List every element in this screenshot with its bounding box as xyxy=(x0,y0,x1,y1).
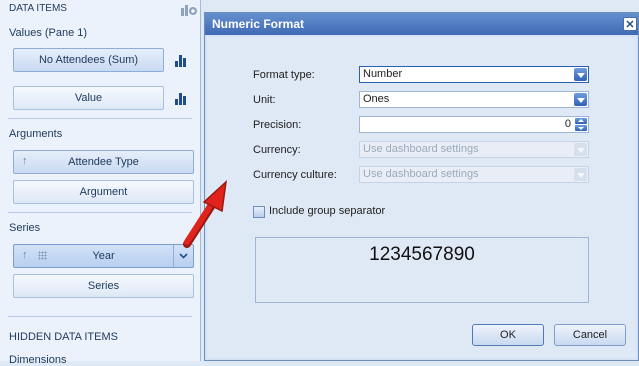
chevron-down-icon[interactable] xyxy=(574,93,587,106)
value-placeholder-item[interactable]: Value xyxy=(13,86,164,110)
argument-placeholder-label: Argument xyxy=(79,186,128,198)
precision-label: Precision: xyxy=(253,119,302,131)
group-separator-label[interactable]: Include group separator xyxy=(269,205,385,217)
spin-down-icon[interactable] xyxy=(575,125,587,131)
currency-combo: Use dashboard settings xyxy=(359,141,589,158)
unit-value: Ones xyxy=(363,93,390,105)
currency-culture-combo: Use dashboard settings xyxy=(359,166,589,183)
annotation-arrow-icon xyxy=(183,180,228,248)
argument-item-label: Attendee Type xyxy=(68,156,139,168)
dialog-titlebar[interactable]: Numeric Format ✕ xyxy=(205,13,638,35)
precision-value: 0 xyxy=(564,118,571,130)
currency-label: Currency: xyxy=(253,144,301,156)
cancel-button[interactable]: Cancel xyxy=(554,324,626,346)
divider xyxy=(8,316,192,317)
sort-ascending-icon: ↑ xyxy=(22,249,28,261)
data-items-header: DATA ITEMS xyxy=(9,3,67,14)
currency-culture-label: Currency culture: xyxy=(253,169,337,181)
chevron-down-icon[interactable] xyxy=(574,68,587,81)
hidden-data-items-header: HIDDEN DATA ITEMS xyxy=(9,331,118,343)
arguments-section-label: Arguments xyxy=(9,128,63,140)
series-placeholder-label: Series xyxy=(87,280,120,292)
series-section-label: Series xyxy=(9,222,41,234)
ok-button[interactable]: OK xyxy=(472,324,544,346)
chart-type-icon[interactable] xyxy=(168,86,192,110)
currency-culture-value: Use dashboard settings xyxy=(363,168,479,180)
group-separator-checkbox[interactable] xyxy=(253,206,265,218)
chart-type-icon[interactable] xyxy=(168,48,192,72)
divider xyxy=(8,212,192,213)
argument-item-attendee-type[interactable]: ↑ Attendee Type xyxy=(13,150,194,174)
chevron-down-icon xyxy=(574,143,587,156)
spin-up-icon[interactable] xyxy=(575,118,587,124)
values-section-label: Values (Pane 1) xyxy=(9,27,88,39)
dialog-title: Numeric Format xyxy=(212,17,305,31)
close-button[interactable]: ✕ xyxy=(623,17,637,31)
value-item-label: No Attendees (Sum) xyxy=(38,54,139,66)
chevron-down-icon xyxy=(574,168,587,181)
unit-combo[interactable]: Ones xyxy=(359,91,589,108)
divider xyxy=(8,118,192,119)
unit-label: Unit: xyxy=(253,94,276,106)
value-item-no-attendees[interactable]: No Attendees (Sum) xyxy=(13,48,164,72)
argument-placeholder-item[interactable]: Argument xyxy=(13,180,194,204)
series-item-label: Year xyxy=(92,250,115,262)
sort-ascending-icon: ↑ xyxy=(22,155,28,167)
spin-buttons[interactable] xyxy=(575,118,587,131)
series-item-year[interactable]: ↑ Year xyxy=(13,244,194,268)
data-items-panel: DATA ITEMS Values (Pane 1) No Attendees … xyxy=(0,0,201,366)
currency-value: Use dashboard settings xyxy=(363,143,479,155)
numeric-format-dialog: Numeric Format ✕ Format type: Number Uni… xyxy=(204,12,639,361)
series-placeholder-item[interactable]: Series xyxy=(13,274,194,298)
format-type-label: Format type: xyxy=(253,69,315,81)
value-placeholder-label: Value xyxy=(74,92,103,104)
dimensions-section-label: Dimensions xyxy=(9,354,67,366)
format-preview-box: 1234567890 xyxy=(255,237,589,303)
precision-spin-edit[interactable]: 0 xyxy=(359,116,589,133)
add-data-item-icon[interactable] xyxy=(181,2,197,16)
format-type-combo[interactable]: Number xyxy=(359,66,589,83)
dialog-body: Format type: Number Unit: Ones Precision… xyxy=(207,37,636,358)
format-type-value: Number xyxy=(363,68,403,80)
grid-icon xyxy=(38,251,47,260)
preview-value: 1234567890 xyxy=(369,244,475,265)
